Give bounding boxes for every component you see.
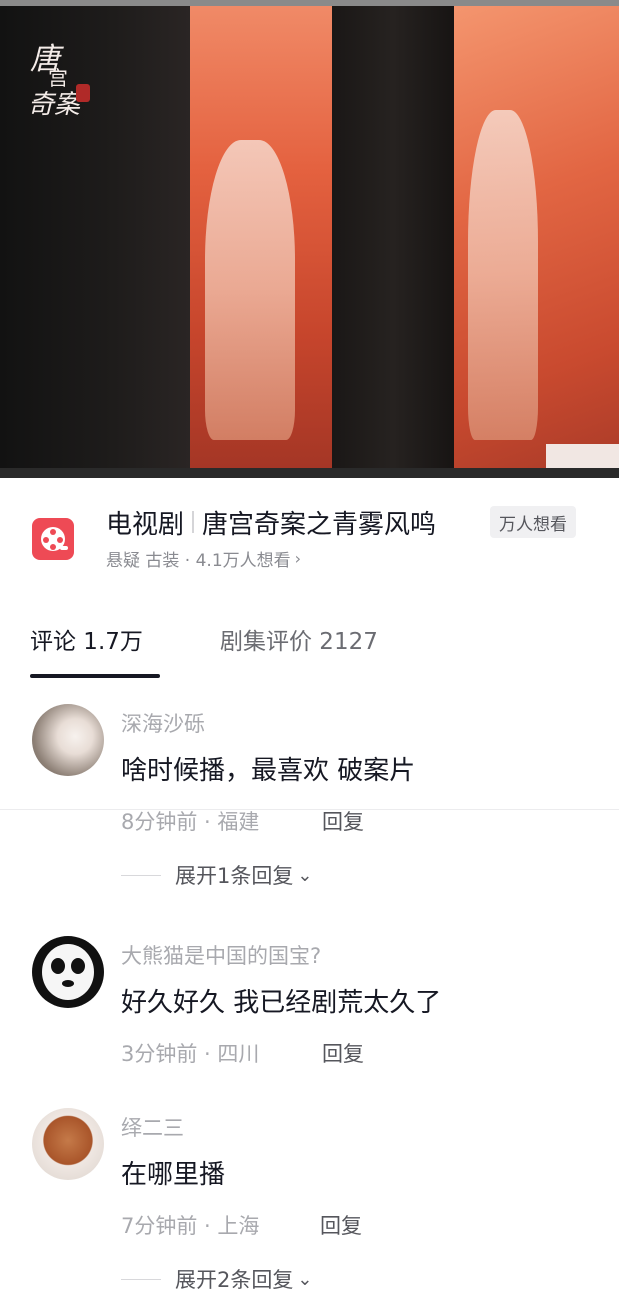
video-player[interactable]: 唐 宫 奇案 xyxy=(0,0,619,478)
logo-seal xyxy=(76,84,90,102)
tab-episode-reviews[interactable]: 剧集评价 2127 xyxy=(220,622,378,656)
video-bottom-edge xyxy=(0,468,619,478)
comment-text[interactable]: 啥时候播，最喜欢 破案片 xyxy=(121,750,415,787)
comment-meta: 3分钟前 · 四川 xyxy=(121,1042,260,1066)
drama-subtitle[interactable]: 悬疑 古装 · 4.1万人想看 › xyxy=(106,546,301,571)
expand-divider xyxy=(121,1278,161,1280)
comment-username[interactable]: 大熊猫是中国的国宝? xyxy=(121,940,321,970)
film-reel-icon xyxy=(32,518,74,560)
reply-button[interactable]: 回复 xyxy=(322,1038,364,1068)
comments-sheet: 电视剧 唐宫奇案之青雾风鸣 万人想看 悬疑 古装 · 4.1万人想看 › 评论 … xyxy=(0,478,619,1312)
video-figure-left xyxy=(205,140,295,440)
chevron-down-icon: ⌄ xyxy=(297,864,313,886)
comment-username[interactable]: 深海沙砾 xyxy=(121,708,205,738)
video-figure-right xyxy=(468,110,538,440)
active-tab-indicator xyxy=(30,674,160,678)
video-scene-floor xyxy=(546,444,619,470)
want-to-watch-badge: 万人想看 xyxy=(490,506,576,538)
drama-title[interactable]: 电视剧 唐宫奇案之青雾风鸣 xyxy=(106,502,436,542)
reply-button[interactable]: 回复 xyxy=(322,806,364,836)
expand-replies-button[interactable]: 展开1条回复 ⌄ xyxy=(121,860,312,890)
comment-item: 绎二三 在哪里播 7分钟前 · 上海 回复 展开2条回复 ⌄ xyxy=(0,1108,619,1308)
comment-tabs: 评论 1.7万 剧集评价 2127 xyxy=(0,608,619,810)
title-divider xyxy=(192,511,195,533)
expand-replies-button[interactable]: 展开2条回复 ⌄ xyxy=(121,1264,312,1294)
chevron-down-icon: ⌄ xyxy=(297,1268,313,1290)
comment-item: 大熊猫是中国的国宝? 好久好久 我已经剧荒太久了 3分钟前 · 四川 回复 xyxy=(0,936,619,1076)
comment-item: 深海沙砾 啥时候播，最喜欢 破案片 8分钟前 · 福建 回复 展开1条回复 ⌄ xyxy=(0,704,619,904)
tab-comments[interactable]: 评论 1.7万 xyxy=(30,622,143,656)
video-scene-curtain-middle xyxy=(332,6,454,478)
comment-text[interactable]: 在哪里播 xyxy=(121,1154,225,1191)
comment-username[interactable]: 绎二三 xyxy=(121,1112,184,1142)
drama-info-card[interactable]: 电视剧 唐宫奇案之青雾风鸣 万人想看 悬疑 古装 · 4.1万人想看 › xyxy=(30,502,600,578)
reply-button[interactable]: 回复 xyxy=(320,1210,362,1240)
drama-logo: 唐 宫 奇案 xyxy=(26,34,96,120)
expand-divider xyxy=(121,874,161,876)
comment-meta: 8分钟前 · 福建 xyxy=(121,810,260,834)
avatar[interactable] xyxy=(32,936,104,1008)
chevron-right-icon: › xyxy=(294,549,302,568)
drama-category: 电视剧 xyxy=(106,509,185,540)
avatar[interactable] xyxy=(32,1108,104,1180)
comment-text[interactable]: 好久好久 我已经剧荒太久了 xyxy=(121,982,441,1019)
drama-name: 唐宫奇案之青雾风鸣 xyxy=(202,509,437,540)
comment-meta: 7分钟前 · 上海 xyxy=(121,1214,260,1238)
avatar[interactable] xyxy=(32,704,104,776)
